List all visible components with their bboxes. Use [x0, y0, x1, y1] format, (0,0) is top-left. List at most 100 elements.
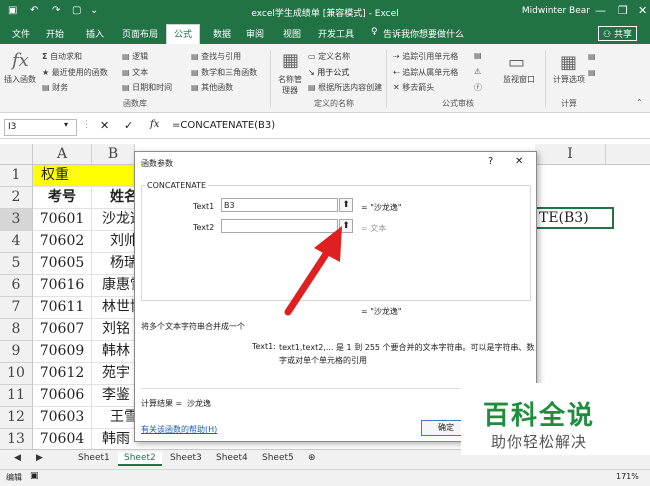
- row-header[interactable]: 11: [0, 385, 33, 407]
- datetime-button[interactable]: ▤ 日期和时间: [122, 82, 172, 93]
- error-checking-icon[interactable]: ⚠: [474, 67, 481, 76]
- row-header[interactable]: 13: [0, 429, 33, 451]
- scroll-tabs-right[interactable]: ▶: [30, 452, 49, 464]
- close-button[interactable]: ✕: [638, 4, 647, 17]
- column-header[interactable]: A: [33, 144, 92, 165]
- watch-window-button[interactable]: 监视窗口: [503, 74, 535, 85]
- insert-function-icon[interactable]: fx: [12, 50, 29, 71]
- cell[interactable]: 70609: [33, 341, 92, 363]
- row-header[interactable]: 1: [0, 165, 33, 187]
- tab-formulas[interactable]: 公式: [166, 24, 201, 45]
- row-header[interactable]: 9: [0, 341, 33, 363]
- row-header[interactable]: 12: [0, 407, 33, 429]
- insert-function-button[interactable]: 插入函数: [4, 74, 36, 85]
- tab-data[interactable]: 数据: [213, 27, 231, 40]
- share-button[interactable]: ⚇ 共享: [598, 26, 637, 41]
- lookup-button[interactable]: ▤ 查找与引用: [191, 51, 241, 62]
- column-header[interactable]: B: [92, 144, 135, 165]
- logical-button[interactable]: ▤ 逻辑: [122, 51, 148, 62]
- cell[interactable]: 刘帅: [92, 231, 134, 253]
- scroll-tabs-left[interactable]: ◀: [8, 452, 27, 464]
- use-in-formula-button[interactable]: ↘ 用于公式: [308, 67, 349, 78]
- cell[interactable]: 林世博: [92, 297, 134, 319]
- row-header[interactable]: 3: [0, 209, 33, 231]
- cell-b2[interactable]: 姓名: [92, 187, 134, 209]
- tab-developer[interactable]: 开发工具: [318, 27, 354, 40]
- row-header[interactable]: 7: [0, 297, 33, 319]
- cell[interactable]: 杨瑞: [92, 253, 134, 275]
- calc-now-icon[interactable]: ▤: [588, 52, 596, 61]
- cell[interactable]: 刘铭: [92, 319, 134, 341]
- cancel-entry-icon[interactable]: ✕: [100, 119, 109, 132]
- cell[interactable]: 70616: [33, 275, 92, 297]
- show-formulas-icon[interactable]: ▤: [474, 51, 482, 60]
- user-name[interactable]: Midwinter Bear: [522, 6, 590, 16]
- row-header[interactable]: 4: [0, 231, 33, 253]
- cell[interactable]: 李鉴: [92, 385, 134, 407]
- tab-home[interactable]: 开始: [46, 27, 64, 40]
- calc-options-button[interactable]: 计算选项: [553, 74, 585, 85]
- name-manager-icon[interactable]: ▦: [282, 50, 299, 71]
- tab-view[interactable]: 视图: [283, 27, 301, 40]
- tell-me-input[interactable]: 告诉我你想要做什么: [383, 27, 464, 40]
- cell-a2[interactable]: 考号: [33, 187, 92, 209]
- name-manager-button[interactable]: 名称管理器: [276, 74, 304, 96]
- cell[interactable]: 康惠雪: [92, 275, 134, 297]
- cell[interactable]: 苑宇: [92, 363, 134, 385]
- formula-input[interactable]: =CONCATENATE(B3): [172, 120, 275, 131]
- column-header[interactable]: [606, 144, 650, 165]
- restore-button[interactable]: ❐: [618, 4, 628, 17]
- collapse-ribbon-icon[interactable]: ⌃: [636, 98, 643, 107]
- define-name-button[interactable]: ▭ 定义名称: [308, 51, 350, 62]
- cell[interactable]: 70603: [33, 407, 92, 429]
- calc-sheet-icon[interactable]: ▤: [588, 68, 596, 77]
- sheet-tab[interactable]: Sheet4: [210, 452, 254, 464]
- sheet-tab-active[interactable]: Sheet2: [118, 452, 162, 466]
- row-header[interactable]: 10: [0, 363, 33, 385]
- cell[interactable]: 70601: [33, 209, 92, 231]
- row-header[interactable]: 6: [0, 275, 33, 297]
- financial-button[interactable]: ▤ 财务: [42, 82, 68, 93]
- cell[interactable]: 70612: [33, 363, 92, 385]
- more-functions-button[interactable]: ▤ 其他函数: [191, 82, 233, 93]
- text-button[interactable]: ▤ 文本: [122, 67, 148, 78]
- macro-record-icon[interactable]: ▣: [30, 471, 39, 481]
- trace-dependents-button[interactable]: ⇠ 追踪从属单元格: [393, 67, 458, 78]
- tab-page-layout[interactable]: 页面布局: [122, 27, 158, 40]
- sheet-tab[interactable]: Sheet5: [256, 452, 300, 464]
- name-box-dropdown-icon[interactable]: ▾: [64, 120, 68, 129]
- column-header[interactable]: I: [535, 144, 606, 165]
- recent-functions-button[interactable]: ★ 最近使用的函数: [42, 67, 108, 78]
- cell[interactable]: 70605: [33, 253, 92, 275]
- sheet-tab[interactable]: Sheet1: [72, 452, 116, 464]
- evaluate-formula-icon[interactable]: ⓕ: [474, 82, 482, 93]
- autosum-button[interactable]: Σ 自动求和: [42, 51, 82, 62]
- cell[interactable]: 70604: [33, 429, 92, 451]
- zoom-level[interactable]: 171%: [616, 472, 639, 481]
- text1-input[interactable]: B3: [221, 198, 338, 212]
- insert-function-fx-icon[interactable]: fx: [150, 119, 159, 130]
- text1-collapse-button[interactable]: ⬆: [339, 198, 353, 212]
- sheet-tab[interactable]: Sheet3: [164, 452, 208, 464]
- cell[interactable]: 70602: [33, 231, 92, 253]
- tab-insert[interactable]: 插入: [86, 27, 104, 40]
- create-from-selection-button[interactable]: ▤ 根据所选内容创建: [308, 82, 382, 93]
- mathtrig-button[interactable]: ▤ 数学和三角函数: [191, 67, 257, 78]
- cell-a1[interactable]: 权重: [33, 165, 92, 187]
- row-header[interactable]: 2: [0, 187, 33, 209]
- cell[interactable]: 沙龙逸: [92, 209, 134, 231]
- enter-entry-icon[interactable]: ✓: [124, 119, 133, 132]
- watch-window-icon[interactable]: ▭: [508, 52, 525, 73]
- cell-b1[interactable]: [92, 165, 134, 187]
- active-cell-i3[interactable]: TE(B3): [535, 207, 614, 229]
- cell[interactable]: 70611: [33, 297, 92, 319]
- cell[interactable]: 王雪: [92, 407, 134, 429]
- tab-review[interactable]: 审阅: [246, 27, 264, 40]
- calc-options-icon[interactable]: ▦: [560, 52, 577, 73]
- row-header[interactable]: 5: [0, 253, 33, 275]
- select-all-corner[interactable]: [0, 144, 33, 165]
- remove-arrows-button[interactable]: ✕ 移去箭头: [393, 82, 434, 93]
- cell[interactable]: 韩林: [92, 341, 134, 363]
- minimize-button[interactable]: —: [595, 4, 606, 17]
- cell[interactable]: 70607: [33, 319, 92, 341]
